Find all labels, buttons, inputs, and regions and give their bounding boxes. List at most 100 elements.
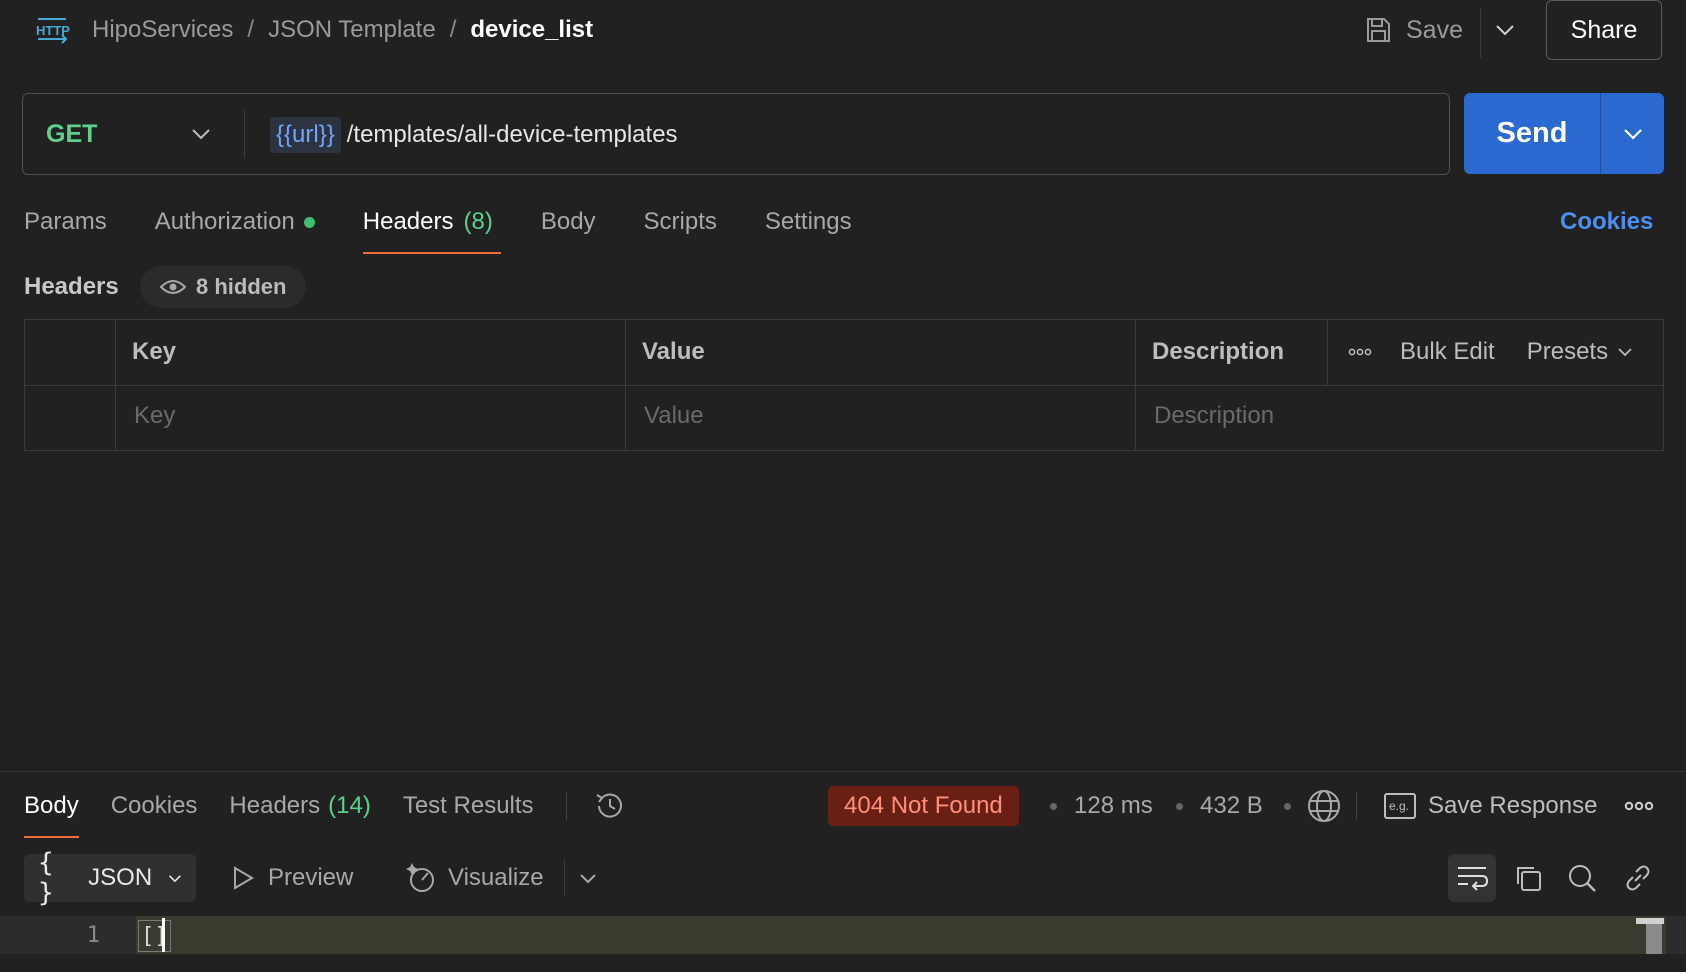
eye-icon [160,280,186,294]
text-cursor [162,918,165,952]
toolbar-divider [564,860,565,896]
method-select[interactable]: GET [46,110,97,158]
code-line[interactable]: [] [138,920,171,952]
tab-headers-count: (8) [463,208,493,235]
tab-authorization-label: Authorization [154,208,295,235]
table-actions: Bulk Edit Presets [1348,334,1632,370]
svg-text:HTTP: HTTP [36,23,70,38]
save-options-chevron-down-icon[interactable] [1488,10,1522,50]
more-options-icon[interactable] [1624,796,1656,816]
breadcrumb-separator: / [247,16,255,43]
svg-text:e.g.: e.g. [1389,799,1409,813]
column-header-value: Value [642,338,705,365]
response-tab-cookies-label: Cookies [110,792,198,819]
tab-params[interactable]: Params [24,202,107,242]
visualize-label: Visualize [448,864,544,891]
copy-icon[interactable] [1504,854,1552,902]
tab-params-label: Params [24,208,107,235]
save-button[interactable]: Save [1364,10,1463,50]
url-input[interactable]: {{url}} /templates/all-device-templates [270,114,678,156]
presets-label: Presets [1526,338,1609,365]
key-input[interactable]: Key [134,398,175,434]
response-time[interactable]: 128 ms [1074,786,1153,826]
send-options-chevron-down-icon[interactable] [1600,93,1664,174]
tab-headers[interactable]: Headers (8) [362,202,501,254]
breadcrumb-item-folder[interactable]: JSON Template [268,16,436,44]
bulk-edit-button[interactable]: Bulk Edit [1400,338,1495,366]
hidden-count-label: 8 hidden [196,274,287,299]
breadcrumb-separator: / [449,16,457,43]
tab-scripts[interactable]: Scripts [644,202,717,242]
braces-icon: { } [38,848,54,908]
url-bar [22,93,1450,175]
breadcrumb-item-collection[interactable]: HipoServices [92,16,233,44]
format-select[interactable]: { } JSON [24,848,196,908]
active-line-highlight [136,916,1666,954]
table-header-divider [24,385,1664,386]
response-tab-test-results-label: Test Results [402,792,534,819]
play-icon [234,866,254,890]
breadcrumb: HTTP HipoServices / JSON Template / devi… [32,10,593,50]
search-icon[interactable] [1558,854,1606,902]
response-tab-cookies[interactable]: Cookies [111,786,198,826]
url-variable: {{url}} [270,117,341,153]
cookies-link[interactable]: Cookies [1560,202,1653,242]
hidden-headers-toggle[interactable]: 8 hidden [140,266,307,308]
column-header-key: Key [132,338,177,365]
send-button[interactable]: Send [1464,93,1600,174]
preview-label: Preview [268,864,354,891]
tab-separator [565,792,567,820]
chevron-down-icon [1618,347,1632,356]
example-icon: e.g. [1384,793,1416,819]
chevron-down-icon [169,874,182,882]
tab-settings[interactable]: Settings [765,202,852,242]
tab-scripts-label: Scripts [643,208,717,235]
response-tab-headers-label: Headers [229,792,321,819]
visualize-chevron-down-icon[interactable] [576,858,600,898]
globe-icon[interactable] [1306,788,1342,824]
response-size[interactable]: 432 B [1200,786,1263,826]
wrap-lines-icon[interactable] [1448,854,1496,902]
tab-body[interactable]: Body [541,202,596,242]
tab-headers-label: Headers [362,208,454,235]
url-path: /templates/all-device-templates [346,121,678,148]
method-chevron-down-icon[interactable] [186,110,216,158]
table-divider [1327,319,1328,385]
response-headers-count: (14) [328,792,371,819]
meta-separator [1050,803,1057,810]
more-options-icon[interactable] [1348,348,1372,356]
preview-button[interactable]: Preview [232,856,353,900]
response-tab-body-label: Body [24,792,79,819]
save-response-label: Save Response [1428,792,1598,819]
visualize-button[interactable]: Visualize [404,856,544,900]
visualize-icon [406,863,434,892]
value-input[interactable]: Value [644,398,704,434]
response-tab-body[interactable]: Body [24,786,79,838]
response-divider [0,771,1686,772]
tab-body-label: Body [540,208,596,235]
headers-title: Headers [24,273,119,300]
response-tab-test-results[interactable]: Test Results [403,786,534,826]
status-badge: 404 Not Found [828,786,1019,826]
http-icon: HTTP [32,10,72,50]
meta-separator [1284,803,1291,810]
request-name[interactable]: device_list [470,16,593,44]
presets-dropdown[interactable]: Presets [1527,338,1632,366]
column-header-description: Description [1152,338,1285,365]
response-tab-headers[interactable]: Headers (14) [229,786,370,826]
save-icon [1367,18,1390,42]
scrollbar-cap [1636,918,1664,924]
response-tabs: Body Cookies Headers (14) Test Results [24,786,627,838]
description-input[interactable]: Description [1154,398,1274,434]
url-divider [244,110,245,158]
save-divider [1480,8,1481,58]
history-icon[interactable] [593,789,627,823]
tab-settings-label: Settings [764,208,852,235]
status-dot-icon [303,216,315,228]
meta-separator [1176,803,1183,810]
tab-authorization[interactable]: Authorization [155,202,315,242]
save-label: Save [1406,15,1463,44]
save-response-button[interactable]: e.g. Save Response [1384,786,1597,826]
share-button[interactable]: Share [1546,0,1662,60]
link-icon[interactable] [1614,854,1662,902]
